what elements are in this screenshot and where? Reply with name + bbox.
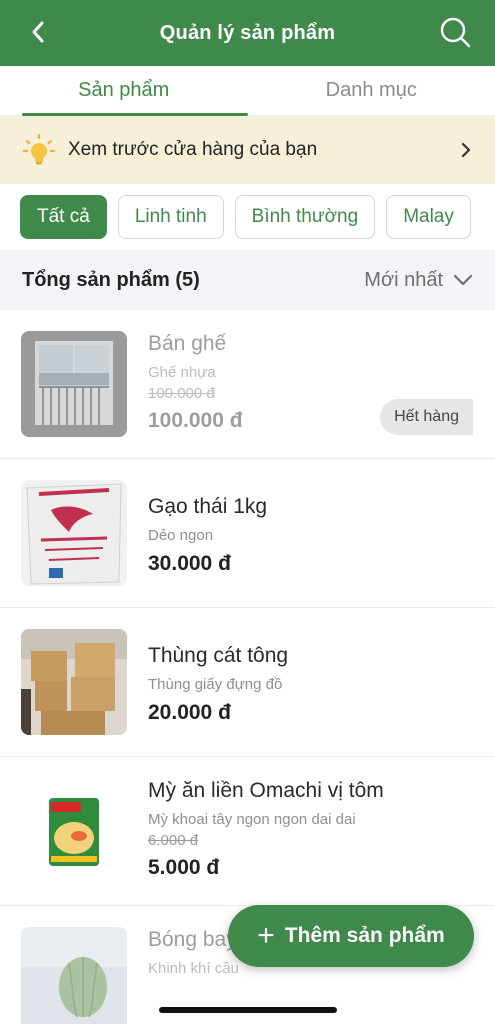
add-product-label: Thêm sản phẩm [284,924,445,947]
product-image-boxes [21,629,127,735]
product-image-balloon [21,927,127,1024]
filter-chip-all[interactable]: Tất cả [20,195,107,239]
product-name: Mỳ ăn liền Omachi vị tôm [148,779,384,802]
banner-text: Xem trước cửa hàng của bạn [68,139,318,160]
filter-chip-malay[interactable]: Malay [386,195,471,239]
product-price: 5.000 đ [148,856,220,879]
product-name: Thùng cát tông [148,644,289,667]
product-image-noodles [21,778,127,884]
chevron-right-icon [461,142,471,158]
preview-store-banner[interactable]: Xem trước cửa hàng của bạn [0,116,495,184]
product-name: Bán ghế [148,332,227,355]
category-filter-bar: Tất cả Linh tinh Bình thường Malay [0,184,495,250]
search-button[interactable] [437,14,473,50]
product-count: Tổng sản phẩm (5) [22,268,200,291]
product-description: Dẻo ngon [148,527,214,544]
page-title: Quản lý sản phẩm [159,21,336,44]
filter-chip-misc[interactable]: Linh tinh [117,195,224,239]
search-icon [440,17,471,48]
product-description: Ghế nhựa [148,364,216,381]
product-description: Mỳ khoai tây ngon ngon dai dai [148,811,356,828]
back-button[interactable] [22,16,54,48]
sort-dropdown[interactable]: Mới nhất [364,269,473,292]
product-description: Thùng giấy đựng đồ [148,676,283,693]
product-original-price: 6.000 đ [148,832,199,849]
filter-chip-normal[interactable]: Bình thường [234,195,376,239]
plus-icon: + [257,919,275,952]
chevron-left-icon [32,21,44,43]
product-row[interactable]: Bán ghế Ghế nhựa 100.000 đ 100.000 đ Hết… [0,310,495,459]
product-row[interactable]: Thùng cát tông Thùng giấy đựng đồ 20.000… [0,608,495,757]
product-price: 20.000 đ [148,701,231,724]
add-product-button[interactable]: + Thêm sản phẩm [228,905,474,967]
home-indicator [159,1007,337,1013]
product-row[interactable]: Mỳ ăn liền Omachi vị tôm Mỳ khoai tây ng… [0,757,495,906]
product-image-chair [21,331,127,437]
product-name: Gạo thái 1kg [148,495,268,518]
tab-bar: Sản phẩm Danh mục [0,66,495,116]
out-of-stock-badge: Hết hàng [380,399,473,435]
product-summary-bar: Tổng sản phẩm (5) Mới nhất [0,250,495,310]
app-header: Quản lý sản phẩm [0,0,495,66]
lightbulb-icon [22,133,56,165]
chevron-down-icon [453,274,473,286]
tab-categories[interactable]: Danh mục [248,66,495,115]
tab-products[interactable]: Sản phẩm [0,66,248,116]
product-price: 30.000 đ [148,552,231,575]
sort-label: Mới nhất [364,268,443,291]
product-row[interactable]: Gạo thái 1kg Dẻo ngon 30.000 đ [0,459,495,608]
product-image-rice [21,480,127,586]
